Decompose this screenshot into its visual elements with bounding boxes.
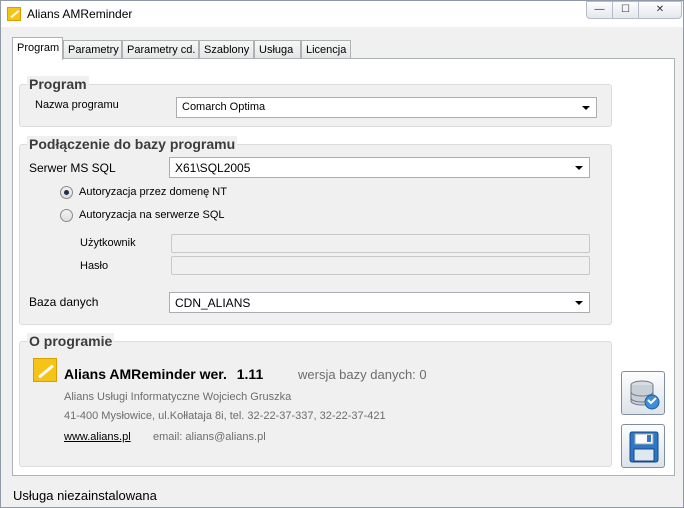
database-label: Baza danych: [29, 295, 99, 309]
auth-sql-label: Autoryzacja na serwerze SQL: [79, 209, 225, 221]
website-link[interactable]: www.alians.pl: [64, 431, 131, 443]
tab-usluga[interactable]: Usługa: [254, 40, 301, 59]
floppy-save-icon: [629, 431, 659, 463]
sql-server-select[interactable]: X61\SQL2005: [169, 157, 590, 178]
company-name: Alians Usługi Informatyczne Wojciech Gru…: [64, 391, 292, 403]
product-version: 1.11: [236, 366, 264, 382]
about-group-title: O programie: [27, 333, 115, 349]
tab-parametry[interactable]: Parametry: [63, 40, 122, 59]
database-config-icon: [630, 380, 660, 410]
company-address: 41-400 Mysłowice, ul.Kołłataja 8i, tel. …: [64, 410, 386, 422]
about-group: [19, 341, 612, 467]
app-logo-icon: [33, 358, 57, 382]
password-label: Hasło: [80, 260, 109, 272]
database-value: CDN_ALIANS: [175, 296, 251, 310]
auth-nt-label: Autoryzacja przez domenę NT: [79, 186, 227, 198]
auth-nt-radio[interactable]: [60, 186, 73, 199]
program-name-label: Nazwa programu: [35, 99, 119, 111]
minimize-button[interactable]: —: [586, 1, 613, 19]
close-button[interactable]: ✕: [638, 1, 682, 19]
email-text: email: alians@alians.pl: [153, 431, 266, 443]
chevron-down-icon: [582, 106, 590, 110]
program-group-title: Program: [27, 76, 89, 92]
save-button[interactable]: [621, 424, 665, 468]
db-version: wersja bazy danych: 0: [298, 367, 427, 382]
product-title: Alians AMReminder wer.: [64, 366, 227, 382]
main-window: Alians AMReminder — ☐ ✕ Program Parametr…: [0, 0, 684, 508]
password-field[interactable]: [171, 256, 590, 275]
chevron-down-icon: [575, 301, 583, 305]
tab-licencja[interactable]: Licencja: [301, 40, 351, 59]
program-name-select[interactable]: Comarch Optima: [176, 97, 597, 118]
window-title: Alians AMReminder: [27, 7, 133, 21]
chevron-down-icon: [575, 166, 583, 170]
auth-sql-radio[interactable]: [60, 209, 73, 222]
user-label: Użytkownik: [80, 237, 136, 249]
db-group-title: Podłączenie do bazy programu: [27, 136, 238, 152]
program-name-value: Comarch Optima: [182, 101, 266, 113]
db-config-button[interactable]: [621, 371, 665, 415]
title-bar[interactable]: Alians AMReminder — ☐ ✕: [1, 1, 683, 27]
database-select[interactable]: CDN_ALIANS: [169, 292, 590, 313]
tab-parametry-cd[interactable]: Parametry cd.: [122, 40, 199, 59]
user-field[interactable]: [171, 234, 590, 253]
tab-program[interactable]: Program: [12, 37, 63, 60]
tab-szablony[interactable]: Szablony: [199, 40, 254, 59]
status-text: Usługa niezainstalowana: [13, 488, 157, 503]
product-name: Alians AMReminder wer. 1.11: [64, 366, 263, 382]
maximize-button[interactable]: ☐: [612, 1, 639, 19]
sql-server-value: X61\SQL2005: [175, 161, 251, 175]
app-logo-icon: [7, 7, 21, 21]
sql-server-label: Serwer MS SQL: [29, 161, 116, 175]
